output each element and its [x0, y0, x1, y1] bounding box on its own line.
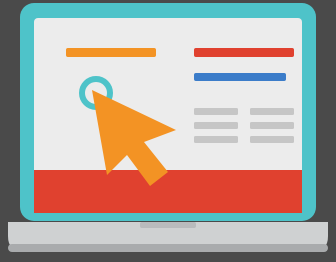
screen-red-footer — [34, 170, 302, 213]
screen-blue-bar — [194, 73, 286, 81]
screen-orange-bar — [66, 48, 156, 57]
laptop-icon — [8, 3, 328, 252]
laptop-base-shadow — [8, 244, 328, 252]
laptop-illustration — [0, 0, 336, 262]
laptop-hinge-notch — [140, 222, 196, 228]
screen-red-bar — [194, 48, 294, 57]
